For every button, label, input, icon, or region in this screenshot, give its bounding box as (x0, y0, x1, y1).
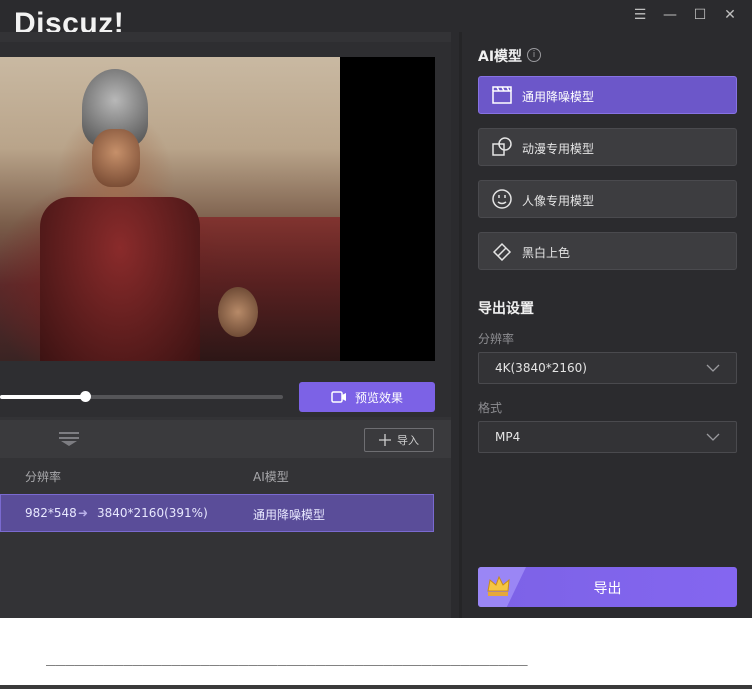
app-window: Discuz! ☰ — ☐ ✕ 预览效果 导入 分辨率 AI模型 982*548… (0, 0, 752, 618)
preview-effect-label: 预览效果 (354, 390, 403, 405)
maximize-button[interactable]: ☐ (689, 6, 711, 24)
format-value: MP4 (495, 430, 521, 444)
source-resolution: 982*548 (25, 506, 77, 520)
chevron-down-icon (706, 433, 720, 441)
sort-icon[interactable] (58, 431, 80, 447)
warrior-face (92, 129, 140, 187)
model-card-portrait[interactable]: 人像专用模型 (478, 180, 737, 218)
plus-icon (379, 434, 391, 446)
format-select[interactable]: MP4 (478, 421, 737, 453)
export-button[interactable]: 导出 (478, 567, 737, 607)
warrior-armor (40, 197, 200, 361)
shapes-icon (492, 137, 512, 156)
preview-slider-track[interactable] (0, 395, 283, 399)
arrow-right-icon: ➜ (78, 506, 89, 520)
file-toolbar: 导入 (0, 420, 451, 458)
left-panel: 预览效果 导入 分辨率 AI模型 982*548 ➜ 3840*2160(391… (0, 32, 451, 618)
model-card-general-denoise[interactable]: 通用降噪模型 (478, 76, 737, 114)
title-bar: Discuz! ☰ — ☐ ✕ (0, 0, 752, 40)
row-model: 通用降噪模型 (253, 508, 326, 522)
column-header-resolution: 分辨率 (25, 470, 62, 484)
info-icon[interactable]: i (527, 48, 541, 62)
video-camera-icon (331, 391, 346, 403)
preview-effect-button[interactable]: 预览效果 (299, 382, 435, 412)
model-card-colorize[interactable]: 黑白上色 (478, 232, 737, 270)
resolution-select[interactable]: 4K(3840*2160) (478, 352, 737, 384)
preview-slider-handle[interactable] (79, 391, 91, 402)
import-button[interactable]: 导入 (364, 428, 434, 452)
close-button[interactable]: ✕ (719, 6, 741, 24)
clapperboard-icon (492, 86, 512, 104)
settings-panel: AI模型 i 通用降噪模型 动漫专用模型 人像专用模型 黑白上色 导出设置 分辨… (462, 32, 752, 618)
paint-bucket-icon (492, 242, 512, 261)
preview-area: 预览效果 (0, 42, 451, 417)
menu-icon[interactable]: ☰ (629, 6, 651, 24)
target-resolution: 3840*2160(391%) (97, 506, 208, 520)
preview-image (0, 57, 340, 361)
background-crowd (190, 217, 340, 361)
face-icon (492, 189, 512, 209)
model-label: 通用降噪模型 (522, 90, 595, 104)
export-label: 导出 (593, 581, 622, 597)
table-row[interactable]: 982*548 ➜ 3840*2160(391%) 通用降噪模型 (0, 494, 434, 532)
preview-canvas (0, 57, 435, 361)
background-soldier (218, 287, 258, 337)
export-settings-title: 导出设置 (478, 301, 534, 317)
minimize-button[interactable]: — (659, 6, 681, 24)
model-label: 黑白上色 (522, 246, 571, 260)
chevron-down-icon (706, 364, 720, 372)
column-header-ai-model: AI模型 (253, 470, 289, 484)
model-label: 动漫专用模型 (522, 142, 595, 156)
model-label: 人像专用模型 (522, 194, 595, 208)
table-header: 分辨率 AI模型 (0, 468, 451, 494)
bottom-edge-bar (0, 685, 752, 689)
format-label: 格式 (478, 401, 503, 415)
preview-slider-fill (0, 395, 85, 399)
ai-model-title: AI模型 (478, 49, 523, 65)
model-card-anime[interactable]: 动漫专用模型 (478, 128, 737, 166)
dashed-separator: ________________________________________… (46, 647, 528, 666)
resolution-label: 分辨率 (478, 332, 515, 346)
import-label: 导入 (397, 434, 419, 447)
resolution-value: 4K(3840*2160) (495, 361, 587, 375)
